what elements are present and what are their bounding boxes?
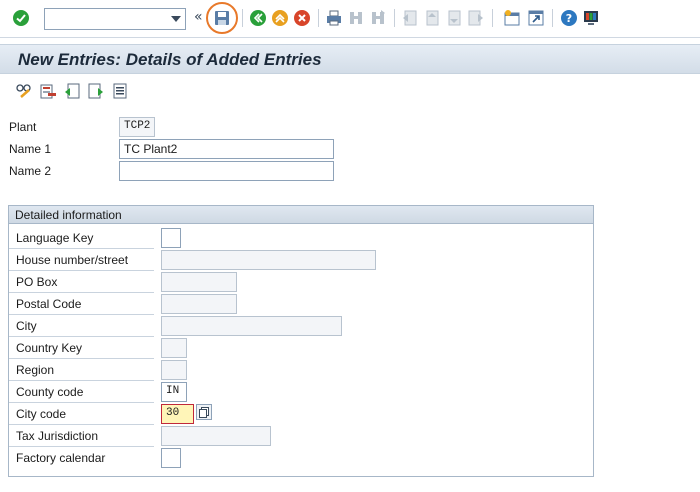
- find-icon[interactable]: [347, 9, 365, 27]
- row-divider: [9, 336, 154, 337]
- tax-jurisdiction-label: Tax Jurisdiction: [16, 429, 99, 443]
- customize-layout-icon[interactable]: [582, 9, 600, 27]
- county-code-field[interactable]: IN: [161, 382, 187, 402]
- next-entry-icon[interactable]: [87, 82, 105, 100]
- po-box-field[interactable]: [161, 272, 237, 292]
- region-field[interactable]: [161, 360, 187, 380]
- row-divider: [9, 402, 154, 403]
- country-key-field[interactable]: [161, 338, 187, 358]
- city-code-field[interactable]: 30: [161, 404, 194, 424]
- city-field[interactable]: [161, 316, 342, 336]
- collapse-arrows-icon[interactable]: «: [194, 9, 203, 25]
- po-box-label: PO Box: [16, 275, 58, 289]
- row-divider: [9, 314, 154, 315]
- select-all-icon[interactable]: [111, 82, 129, 100]
- language-key-label: Language Key: [16, 231, 94, 245]
- name1-field[interactable]: TC Plant2: [119, 139, 334, 159]
- tax-jurisdiction-field[interactable]: [161, 426, 271, 446]
- previous-page-icon[interactable]: [423, 9, 441, 27]
- shortcut-icon[interactable]: [527, 9, 545, 27]
- find-next-icon[interactable]: [369, 9, 387, 27]
- country-key-label: Country Key: [16, 341, 83, 355]
- group-title: Detailed information: [15, 208, 122, 222]
- last-page-icon[interactable]: [467, 9, 485, 27]
- toolbar-separator: [242, 9, 243, 27]
- display-change-icon[interactable]: [15, 82, 33, 100]
- name2-label: Name 2: [9, 164, 52, 178]
- application-toolbar: [0, 74, 700, 110]
- house-number-street-field[interactable]: [161, 250, 376, 270]
- postal-code-field[interactable]: [161, 294, 237, 314]
- row-divider: [9, 270, 154, 271]
- command-input[interactable]: [45, 9, 165, 29]
- page-title: New Entries: Details of Added Entries: [18, 50, 322, 69]
- language-key-field[interactable]: [161, 228, 181, 248]
- plant-label: Plant: [9, 120, 37, 134]
- plant-field[interactable]: TCP2: [119, 117, 155, 137]
- create-session-icon[interactable]: [503, 9, 521, 27]
- cancel-icon[interactable]: [293, 9, 311, 27]
- title-bar: New Entries: Details of Added Entries: [0, 44, 700, 74]
- house-number-street-label: House number/street: [16, 253, 129, 267]
- row-divider: [9, 380, 154, 381]
- enter-icon[interactable]: [12, 9, 30, 27]
- county-code-label: County code: [16, 385, 84, 399]
- row-divider: [9, 446, 154, 447]
- command-dropdown-icon[interactable]: [171, 16, 181, 22]
- group-header: Detailed information: [9, 206, 593, 224]
- value-help-icon[interactable]: [196, 404, 212, 420]
- name2-field[interactable]: [119, 161, 334, 181]
- back-icon[interactable]: [249, 9, 267, 27]
- row-divider: [9, 358, 154, 359]
- city-label: City: [16, 319, 37, 333]
- factory-calendar-field[interactable]: [161, 448, 181, 468]
- toolbar-separator: [552, 9, 553, 27]
- region-label: Region: [16, 363, 55, 377]
- help-icon[interactable]: ?: [560, 9, 578, 27]
- factory-calendar-label: Factory calendar: [16, 451, 106, 465]
- system-toolbar: « ?: [0, 0, 700, 38]
- row-divider: [9, 248, 154, 249]
- command-field[interactable]: [44, 8, 186, 30]
- svg-text:?: ?: [566, 12, 572, 25]
- row-divider: [9, 292, 154, 293]
- print-icon[interactable]: [325, 9, 343, 27]
- toolbar-separator: [394, 9, 395, 27]
- postal-code-label: Postal Code: [16, 297, 82, 311]
- previous-entry-icon[interactable]: [63, 82, 81, 100]
- first-page-icon[interactable]: [401, 9, 419, 27]
- next-page-icon[interactable]: [445, 9, 463, 27]
- city-code-label: City code: [16, 407, 67, 421]
- name1-label: Name 1: [9, 142, 52, 156]
- exit-icon[interactable]: [271, 9, 289, 27]
- delete-icon[interactable]: [39, 82, 57, 100]
- save-icon[interactable]: [213, 9, 231, 27]
- toolbar-separator: [318, 9, 319, 27]
- toolbar-separator: [492, 9, 493, 27]
- row-divider: [9, 424, 154, 425]
